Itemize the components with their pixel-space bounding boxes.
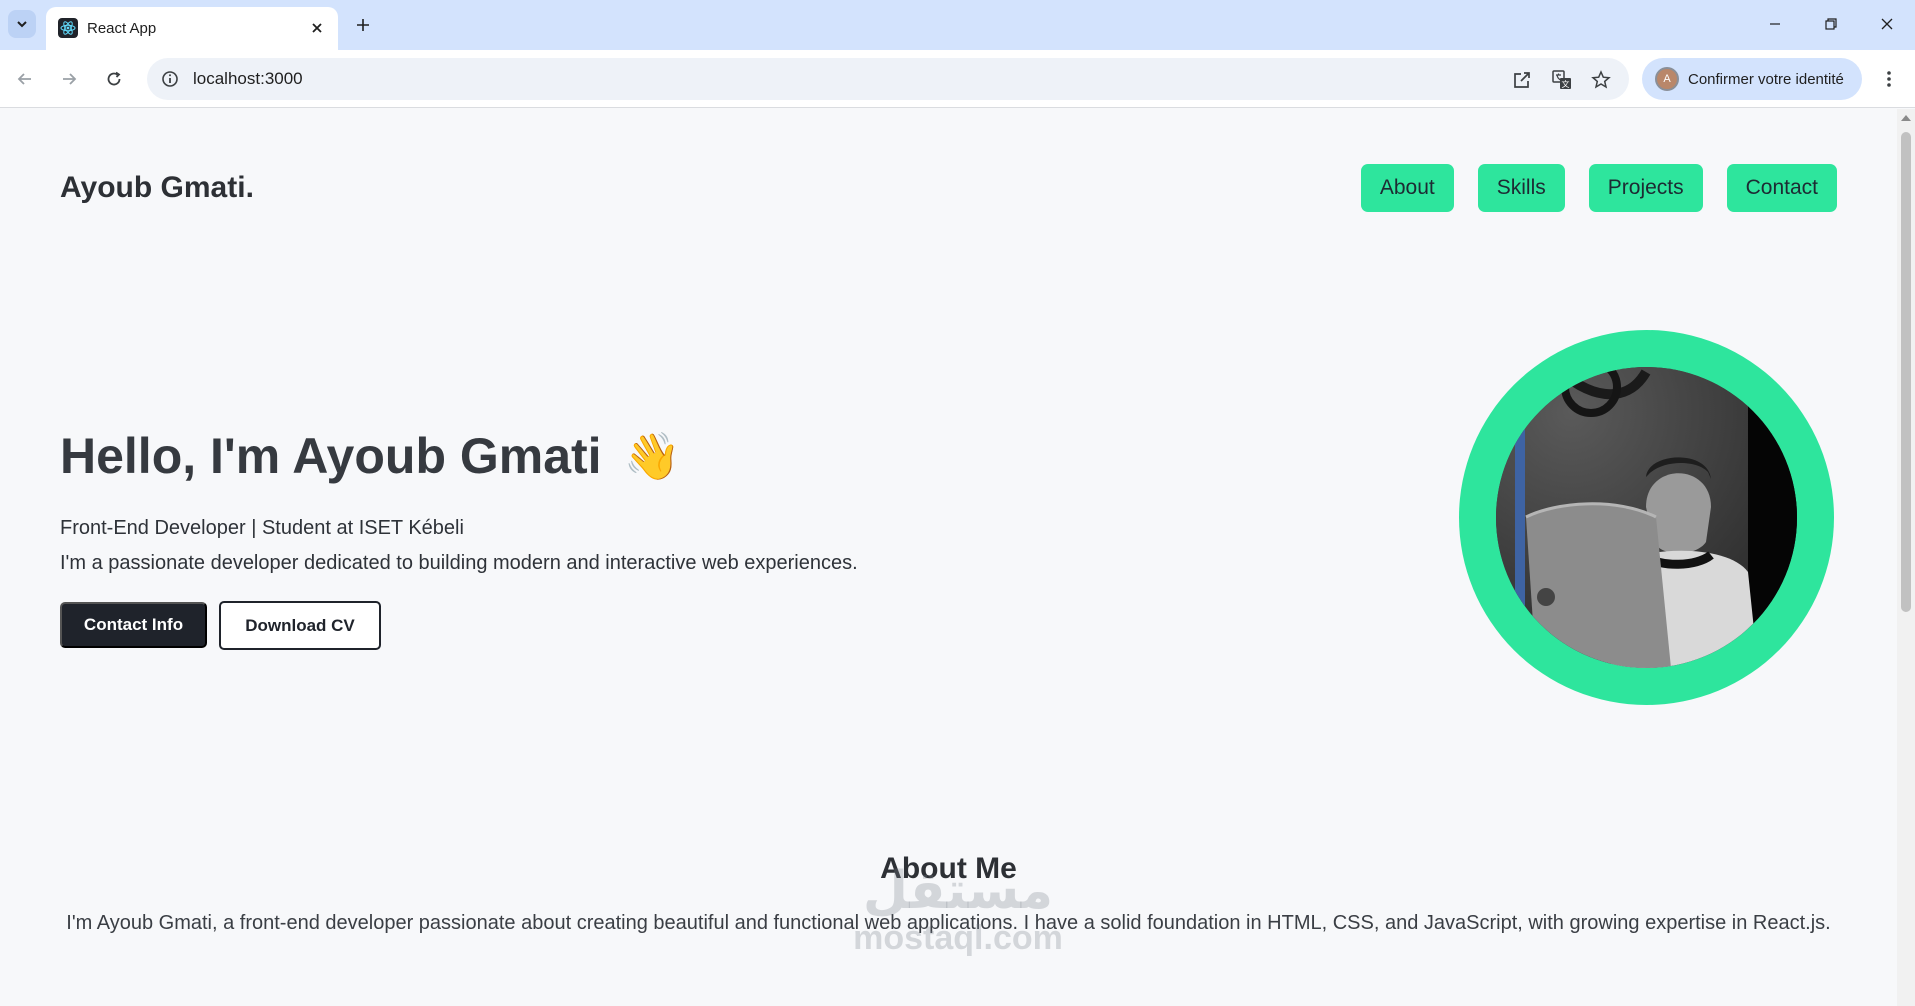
waving-hand-icon: 👋	[623, 429, 681, 482]
browser-menu-button[interactable]	[1876, 66, 1902, 92]
restore-button[interactable]	[1815, 10, 1847, 38]
contact-info-button[interactable]: Contact Info	[60, 602, 207, 648]
forward-button[interactable]	[54, 64, 84, 94]
hero-subtitle: Front-End Developer | Student at ISET Ké…	[60, 517, 464, 539]
nav-link-skills[interactable]: Skills	[1477, 164, 1565, 212]
reload-icon	[107, 71, 121, 86]
close-icon	[1881, 18, 1893, 30]
nav-link-projects[interactable]: Projects	[1588, 164, 1703, 212]
bookmark-button[interactable]	[1588, 67, 1614, 93]
profile-button[interactable]: A Confirmer votre identité	[1642, 58, 1862, 100]
page-scrollbar[interactable]	[1897, 109, 1915, 1006]
plus-icon	[357, 19, 369, 31]
profile-label: Confirmer votre identité	[1688, 70, 1844, 88]
back-button[interactable]	[10, 64, 40, 94]
page-viewport: Ayoub Gmati. About Skills Projects Conta…	[0, 109, 1897, 1006]
tab-title: React App	[87, 20, 157, 37]
download-cv-button[interactable]: Download CV	[219, 601, 381, 650]
scrollbar-thumb[interactable]	[1901, 132, 1911, 612]
reload-button[interactable]	[99, 64, 129, 94]
window-close-button[interactable]	[1871, 10, 1903, 38]
nav-link-contact[interactable]: Contact	[1726, 164, 1837, 212]
external-link-icon	[1514, 72, 1530, 88]
hero-description: I'm a passionate developer dedicated to …	[60, 552, 858, 574]
hero-title-text: Hello, I'm Ayoub Gmati	[60, 428, 602, 484]
profile-photo	[1496, 367, 1797, 668]
translate-button[interactable]: 文	[1549, 67, 1575, 93]
avatar: A	[1655, 67, 1679, 91]
minimize-button[interactable]	[1759, 10, 1791, 38]
arrow-left-icon	[17, 73, 31, 85]
new-tab-button[interactable]	[350, 12, 376, 38]
about-text: I'm Ayoub Gmati, a front-end developer p…	[66, 912, 1831, 934]
translate-icon: 文	[1552, 70, 1571, 89]
browser-tab-strip: React App	[0, 0, 1915, 50]
scroll-up-arrow-icon[interactable]	[1901, 115, 1911, 121]
arrow-right-icon	[63, 73, 77, 85]
browser-toolbar: localhost:3000 文 A Confirmer votre ident…	[0, 50, 1915, 108]
react-logo-icon	[58, 18, 78, 38]
url-text: localhost:3000	[193, 69, 303, 88]
site-info-icon[interactable]	[159, 68, 181, 90]
tab-search-button[interactable]	[8, 10, 36, 38]
chevron-down-icon	[17, 21, 27, 28]
open-in-app-button[interactable]	[1509, 67, 1535, 93]
site-nav: About Skills Projects Contact	[1360, 164, 1837, 212]
site-brand[interactable]: Ayoub Gmati.	[60, 171, 254, 205]
minimize-icon	[1770, 23, 1780, 25]
about-title: About Me	[880, 852, 1017, 885]
restore-icon	[1825, 18, 1837, 30]
star-icon	[1591, 70, 1611, 89]
svg-text:文: 文	[1562, 79, 1570, 89]
tab-close-button[interactable]	[306, 17, 328, 39]
browser-tab[interactable]: React App	[46, 7, 338, 50]
more-vertical-icon	[1887, 71, 1891, 87]
nav-link-about[interactable]: About	[1360, 164, 1454, 212]
hero-title: Hello, I'm Ayoub Gmati 👋	[60, 427, 681, 485]
profile-photo-frame	[1459, 330, 1834, 705]
address-bar[interactable]: localhost:3000 文	[147, 58, 1629, 100]
close-icon	[312, 23, 322, 33]
